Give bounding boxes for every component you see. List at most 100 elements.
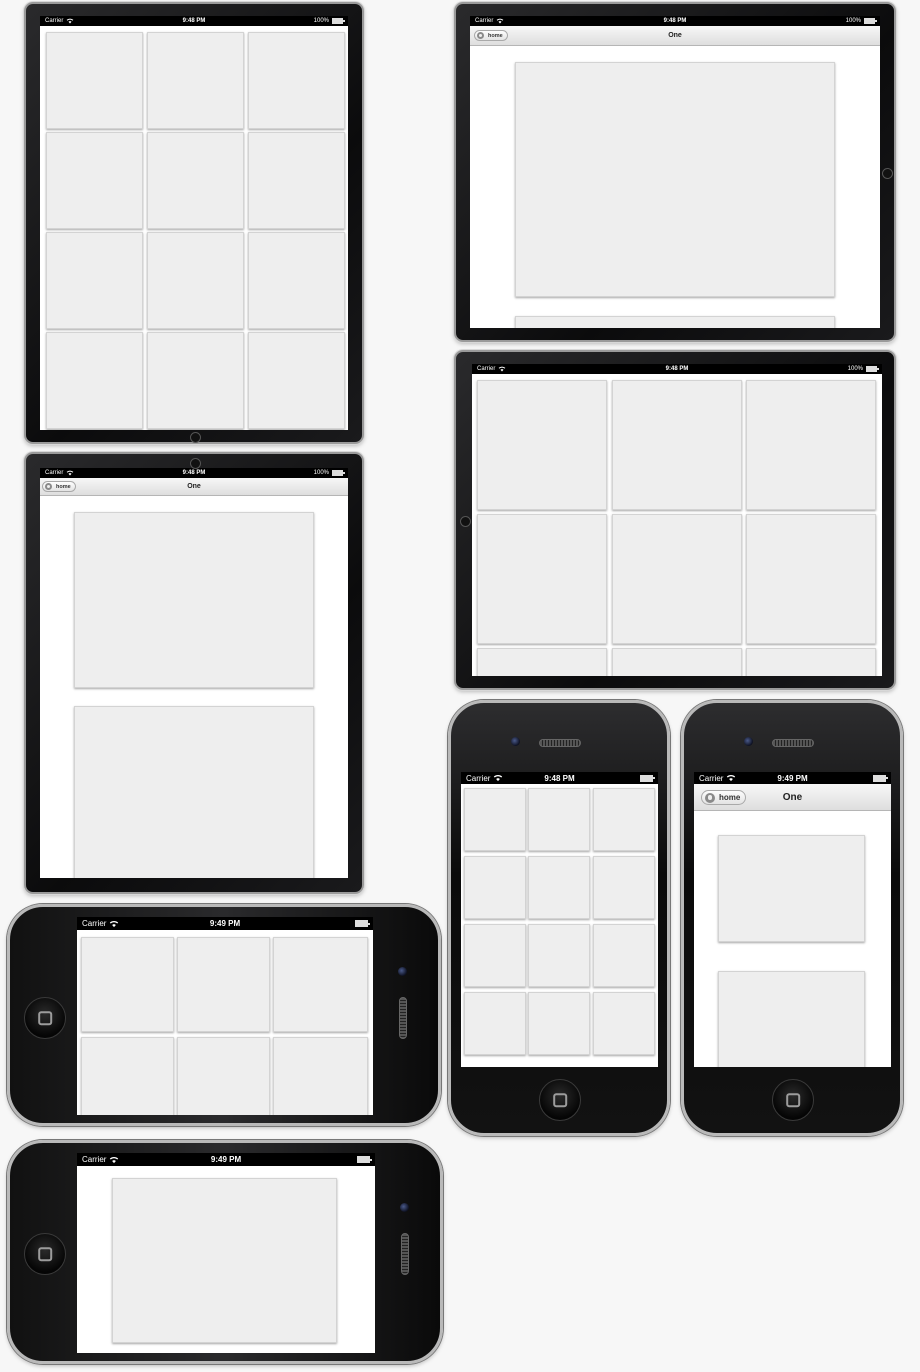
grid-tile[interactable] [81,937,174,1032]
clock: 9:49 PM [777,773,808,783]
grid-tile[interactable] [464,788,526,851]
grid-tile[interactable] [593,924,655,987]
home-back-button[interactable]: home [474,30,508,41]
battery-percent: 100% [847,366,863,372]
battery-icon [866,366,879,372]
home-button-icon[interactable] [24,1233,66,1275]
iphone-landscape-detail: Carrier 9:49 PM [7,1140,443,1364]
clock: 9:48 PM [544,773,575,783]
grid-tile[interactable] [612,648,742,676]
grid-tile[interactable] [746,514,876,644]
home-button-icon[interactable] [539,1079,581,1121]
grid-tile[interactable] [147,332,244,429]
home-button-icon[interactable] [882,168,893,179]
screen: Carrier 9:49 PM home One [694,772,891,1067]
grid-tile[interactable] [528,924,590,987]
grid-tile[interactable] [248,232,345,329]
wifi-icon [497,18,504,24]
screen: Carrier 9:48 PM 100% [472,364,882,676]
grid-tile[interactable] [273,937,368,1032]
back-button-label: home [488,32,503,39]
battery-icon [640,774,655,782]
grid-tile[interactable] [746,648,876,676]
battery-icon [355,920,370,927]
detail-card[interactable] [718,835,865,942]
grid-tile[interactable] [177,1037,270,1115]
battery-icon [873,774,888,782]
navigation-bar: home One [40,478,348,496]
grid-tile[interactable] [464,856,526,919]
nav-title: One [187,483,201,490]
grid-tile[interactable] [528,856,590,919]
grid-tile[interactable] [477,514,607,644]
grid-tile[interactable] [46,232,143,329]
grid-tile[interactable] [248,32,345,129]
grid-tile[interactable] [248,332,345,429]
clock: 9:48 PM [665,366,689,372]
home-button-icon[interactable] [772,1079,814,1121]
iphone-landscape-grid: Carrier 9:49 PM [7,904,441,1126]
detail-card[interactable] [112,1178,337,1343]
front-camera [400,1203,409,1212]
grid-tile[interactable] [593,788,655,851]
status-bar: Carrier 9:48 PM 100% [40,16,348,26]
screen: Carrier 9:48 PM 100% home One [40,468,348,878]
battery-icon [864,18,877,24]
grid-tile[interactable] [746,380,876,510]
detail-card[interactable] [515,62,835,297]
grid-tile[interactable] [477,380,607,510]
home-button-icon[interactable] [460,516,471,527]
grid-tile[interactable] [528,788,590,851]
detail-card[interactable] [74,512,314,688]
grid-tile[interactable] [273,1037,368,1115]
clock: 9:48 PM [182,18,206,24]
home-button-icon[interactable] [190,458,201,469]
battery-icon [332,470,345,476]
home-back-button[interactable]: home [701,790,747,805]
battery-percent: 100% [313,470,329,476]
status-bar: Carrier 9:49 PM [694,772,891,784]
carrier-label: Carrier [82,919,107,928]
carrier-label: Carrier [466,773,491,783]
grid-tile[interactable] [248,132,345,229]
screen: Carrier 9:48 PM 100% [40,16,348,430]
grid-tile[interactable] [528,992,590,1055]
carrier-label: Carrier [45,18,64,24]
home-icon [45,483,52,490]
grid-tile[interactable] [147,232,244,329]
home-button-icon[interactable] [24,997,66,1039]
grid-tile[interactable] [46,32,143,129]
grid-tile[interactable] [46,132,143,229]
wifi-icon [499,366,506,372]
grid-tile[interactable] [612,380,742,510]
wifi-icon [67,18,74,24]
grid-tile[interactable] [612,514,742,644]
grid-tile[interactable] [177,937,270,1032]
home-icon [477,32,484,39]
earpiece-speaker [401,1233,409,1275]
grid-tile[interactable] [464,924,526,987]
wifi-icon [727,775,736,782]
ipad-portrait-grid: Carrier 9:48 PM 100% [24,2,364,444]
grid-tile[interactable] [46,332,143,429]
grid-tile[interactable] [147,32,244,129]
grid-tile[interactable] [464,992,526,1055]
navigation-bar: home One [694,784,891,811]
home-icon [705,792,715,803]
wifi-icon [110,920,119,927]
home-button-icon[interactable] [190,432,201,443]
iphone-portrait-detail: Carrier 9:49 PM home One [681,700,903,1136]
grid-tile[interactable] [147,132,244,229]
grid-tile[interactable] [593,856,655,919]
status-bar: Carrier 9:49 PM [77,1153,375,1166]
detail-card[interactable] [515,316,835,328]
grid-tile[interactable] [477,648,607,676]
grid-tile[interactable] [81,1037,174,1115]
detail-card[interactable] [74,706,314,878]
status-bar: Carrier 9:48 PM 100% [40,468,348,478]
detail-card[interactable] [718,971,865,1067]
grid-tile[interactable] [593,992,655,1055]
home-back-button[interactable]: home [42,481,76,492]
wifi-icon [67,470,74,476]
status-bar: Carrier 9:48 PM 100% [472,364,882,374]
